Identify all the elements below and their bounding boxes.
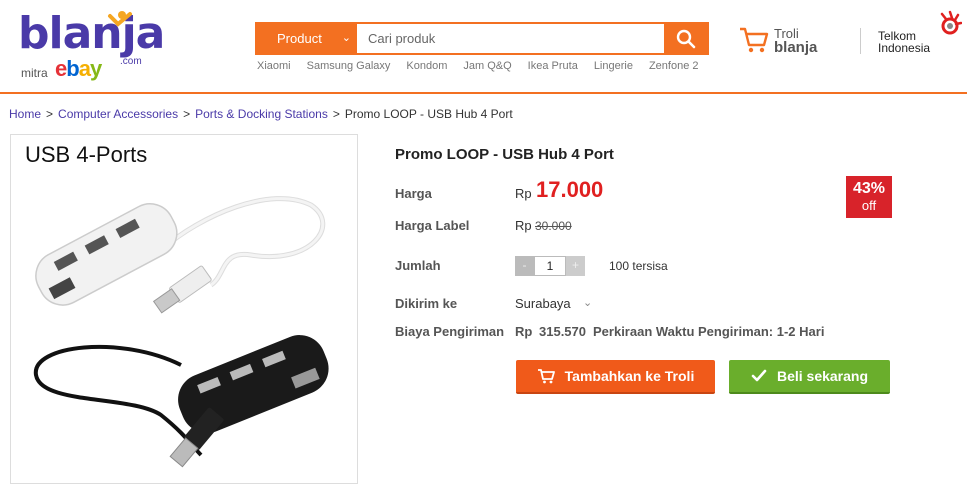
product-image[interactable]: USB 4-Ports xyxy=(10,134,358,484)
cart-brand: blanja xyxy=(774,39,818,56)
shipping-cost-currency: Rp xyxy=(515,324,533,339)
header-underline xyxy=(0,92,967,94)
discount-percent: 43% xyxy=(852,180,886,197)
quantity-label: Jumlah xyxy=(395,258,441,273)
quantity-increase-button[interactable]: + xyxy=(566,256,585,276)
product-title: Promo LOOP - USB Hub 4 Port xyxy=(395,146,614,163)
logo-com: .com xyxy=(120,56,142,67)
suggestion-link[interactable]: Zenfone 2 xyxy=(649,60,699,72)
logo-mitra: mitra xyxy=(21,66,48,80)
search-category-select[interactable]: Product ⌄ xyxy=(257,24,357,53)
indonesia-text: Indonesia xyxy=(878,41,931,55)
suggestion-link[interactable]: Jam Q&Q xyxy=(463,60,511,72)
breadcrumb-subcategory[interactable]: Ports & Docking Stations xyxy=(195,107,328,121)
checkmark-icon xyxy=(751,369,767,382)
ebay-logo: ebay xyxy=(55,56,102,81)
cart-icon xyxy=(537,369,555,384)
list-price-value: 30.000 xyxy=(535,219,572,233)
cart-button[interactable]: Troli blanja xyxy=(738,26,838,60)
chevron-down-icon: ⌄ xyxy=(341,32,351,44)
breadcrumb-category[interactable]: Computer Accessories xyxy=(58,107,178,121)
breadcrumb-home[interactable]: Home xyxy=(9,107,41,121)
telkom-mark-icon xyxy=(940,10,962,35)
list-price-label: Harga Label xyxy=(395,218,470,233)
suggestion-link[interactable]: Xiaomi xyxy=(257,60,291,72)
header-divider xyxy=(860,28,861,54)
shipping-cost-label: Biaya Pengiriman xyxy=(395,324,505,339)
price-currency: Rp xyxy=(515,186,532,201)
search-bar: Product ⌄ xyxy=(255,22,709,55)
breadcrumb-current: Promo LOOP - USB Hub 4 Port xyxy=(344,107,513,121)
suggestion-link[interactable]: Ikea Pruta xyxy=(528,60,578,72)
search-button[interactable] xyxy=(664,24,707,53)
discount-badge: 43% off xyxy=(846,176,892,218)
search-input[interactable] xyxy=(359,24,665,53)
telkom-logo: Telkom Indonesia xyxy=(878,10,963,60)
search-icon xyxy=(676,29,695,48)
ship-to-label: Dikirim ke xyxy=(395,296,458,311)
site-header: blanja .com mitra ebay Product ⌄ Xiaomi … xyxy=(0,0,967,92)
blanja-logo[interactable]: blanja .com mitra ebay xyxy=(18,8,165,81)
suggestion-link[interactable]: Lingerie xyxy=(594,60,633,72)
logo-person-icon xyxy=(108,11,132,27)
logo-wordmark: blanja xyxy=(18,8,165,59)
suggestion-link[interactable]: Samsung Galaxy xyxy=(307,60,391,72)
buy-now-button[interactable]: Beli sekarang xyxy=(729,360,890,394)
add-to-cart-button[interactable]: Tambahkan ke Troli xyxy=(516,360,715,394)
ship-city-select[interactable]: Surabaya xyxy=(515,296,571,311)
delivery-estimate: Perkiraan Waktu Pengiriman: 1-2 Hari xyxy=(593,324,825,339)
add-to-cart-label: Tambahkan ke Troli xyxy=(564,368,695,384)
price-label: Harga xyxy=(395,186,432,201)
buy-now-label: Beli sekarang xyxy=(776,368,869,384)
search-suggestions: Xiaomi Samsung Galaxy Kondom Jam Q&Q Ike… xyxy=(257,60,715,72)
breadcrumb: Home > Computer Accessories > Ports & Dockin… xyxy=(9,107,513,121)
usb-hub-illustration xyxy=(33,196,329,468)
suggestion-link[interactable]: Kondom xyxy=(406,60,447,72)
search-category-label: Product xyxy=(277,31,322,46)
discount-off-text: off xyxy=(861,198,877,213)
cart-icon xyxy=(740,27,769,53)
shipping-cost-value: 315.570 xyxy=(539,324,586,339)
chevron-down-icon[interactable]: ⌄ xyxy=(583,296,592,309)
list-price-currency: Rp xyxy=(515,218,532,233)
price-value: 17.000 xyxy=(536,177,604,202)
stock-remaining: 100 tersisa xyxy=(609,259,668,273)
quantity-input[interactable]: 1 xyxy=(534,256,566,276)
quantity-decrease-button[interactable]: - xyxy=(515,256,534,276)
quantity-stepper: - 1 + xyxy=(515,256,585,276)
